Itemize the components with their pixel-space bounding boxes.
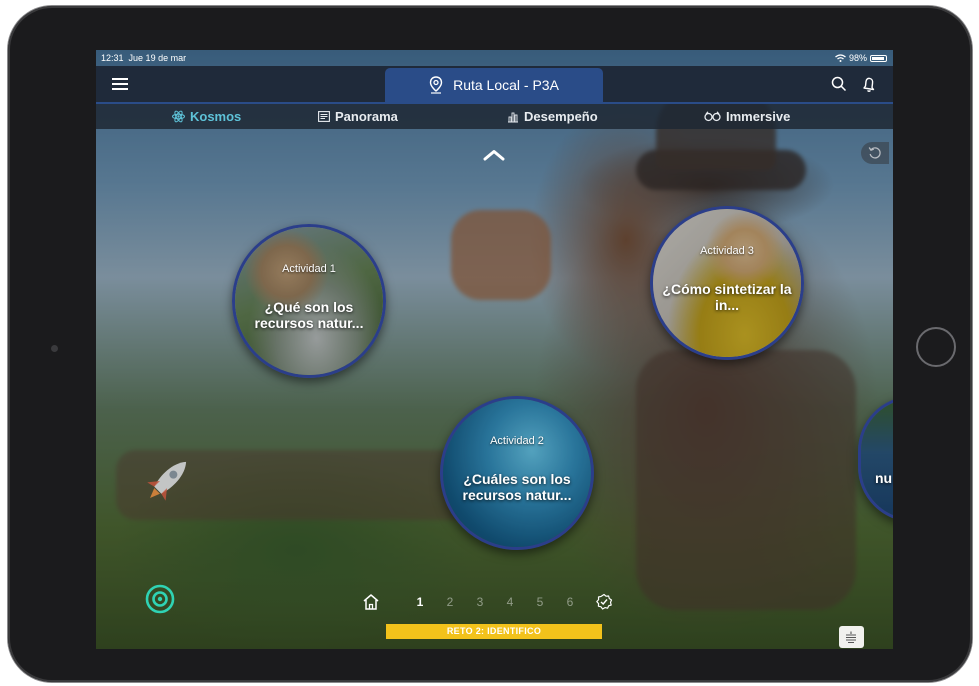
status-time: 12:31 Jue 19 de mar <box>101 53 186 63</box>
activity-3-question: ¿Cómo sintetizar la in... <box>662 281 792 313</box>
search-icon[interactable] <box>831 76 847 92</box>
challenge-banner[interactable]: RETO 2: IDENTIFICO <box>386 624 602 639</box>
atom-icon <box>172 110 185 123</box>
activity-2-question: ¿Cuáles son los recursos natur... <box>462 471 572 503</box>
tab-panorama[interactable]: Panorama <box>318 104 398 129</box>
pager-page-5[interactable]: 5 <box>525 595 555 609</box>
chevron-up-icon[interactable] <box>482 148 506 162</box>
tab-immersive[interactable]: Immersive <box>704 104 790 129</box>
activity-1-label: Actividad 1 <box>282 263 336 275</box>
pager-page-1[interactable]: 1 <box>405 595 435 609</box>
rocket-icon[interactable] <box>136 450 198 512</box>
bar-chart-icon <box>508 112 518 122</box>
activity-4-question: nu <box>875 470 893 486</box>
pager-page-3[interactable]: 3 <box>465 595 495 609</box>
badge-check-icon[interactable] <box>595 593 613 611</box>
battery-icon <box>870 54 887 62</box>
refresh-button[interactable] <box>861 142 889 164</box>
tab-immersive-label: Immersive <box>726 109 791 124</box>
tab-kosmos-label: Kosmos <box>190 109 242 124</box>
activity-pager: 1 2 3 4 5 6 <box>361 592 613 612</box>
activity-1-question: ¿Qué son los recursos natur... <box>254 299 364 331</box>
front-camera <box>51 345 58 352</box>
newspaper-icon <box>318 111 330 122</box>
title-tab[interactable]: Ruta Local - P3A <box>385 68 603 102</box>
pager-page-4[interactable]: 4 <box>495 595 525 609</box>
bell-icon[interactable] <box>860 75 878 93</box>
hamburger-menu-icon[interactable] <box>112 78 128 90</box>
home-button[interactable] <box>916 327 956 367</box>
activity-4-shade <box>861 399 893 519</box>
pager-page-2[interactable]: 2 <box>435 595 465 609</box>
vr-goggles-icon <box>704 111 721 122</box>
refresh-icon <box>868 147 881 159</box>
activity-1-circle[interactable]: Actividad 1 ¿Qué son los recursos natur.… <box>232 224 386 378</box>
notes-icon <box>846 631 856 643</box>
status-bar: 12:31 Jue 19 de mar 98% <box>96 50 893 66</box>
status-right: 98% <box>835 53 887 63</box>
location-pin-icon <box>429 76 443 94</box>
tab-kosmos[interactable]: Kosmos <box>172 104 241 129</box>
app-header: Ruta Local - P3A <box>96 66 893 102</box>
status-date: Jue 19 de mar <box>128 53 187 63</box>
notes-button[interactable] <box>839 626 864 648</box>
tab-bar: Kosmos Panorama Desempeño Immersive <box>96 104 893 129</box>
page-title: Ruta Local - P3A <box>453 77 559 93</box>
wifi-icon <box>835 54 846 62</box>
activity-4-circle[interactable]: nu <box>858 396 893 522</box>
pager-page-6[interactable]: 6 <box>555 595 585 609</box>
activity-3-circle[interactable]: Actividad 3 ¿Cómo sintetizar la in... <box>650 206 804 360</box>
home-icon[interactable] <box>361 592 381 612</box>
tab-desempeno-label: Desempeño <box>524 109 598 124</box>
battery-percent: 98% <box>848 53 867 63</box>
tab-desempeno[interactable]: Desempeño <box>507 104 598 129</box>
activity-2-label: Actividad 2 <box>490 435 544 447</box>
activity-3-label: Actividad 3 <box>700 245 754 257</box>
tab-panorama-label: Panorama <box>335 109 398 124</box>
brand-logo-icon[interactable] <box>144 583 176 615</box>
status-clock: 12:31 <box>101 53 124 63</box>
activity-2-circle[interactable]: Actividad 2 ¿Cuáles son los recursos nat… <box>440 396 594 550</box>
app-screen: 12:31 Jue 19 de mar 98% Ruta Local - P3A… <box>96 50 893 649</box>
